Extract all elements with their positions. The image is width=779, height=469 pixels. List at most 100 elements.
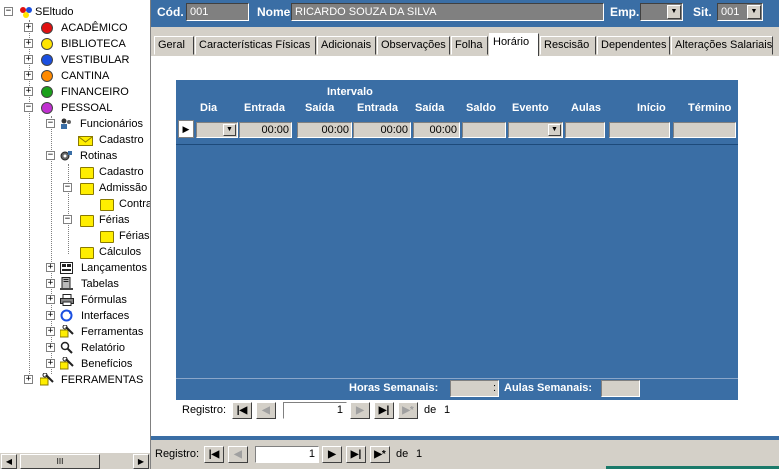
- aulas-field[interactable]: [565, 122, 605, 138]
- sit-select[interactable]: 001 ▼: [717, 3, 763, 21]
- tree-item-ferias-child[interactable]: Férias: [98, 228, 150, 244]
- last-record-button[interactable]: ▶|: [374, 402, 394, 419]
- expand-icon[interactable]: +: [24, 71, 33, 80]
- expand-icon[interactable]: +: [46, 263, 55, 272]
- tab-folha[interactable]: Folha: [451, 36, 488, 55]
- scroll-right-arrow-icon[interactable]: ▶: [133, 454, 149, 469]
- column-header-inicio: Início: [637, 102, 666, 114]
- tree-item-ferias[interactable]: − Férias: [63, 212, 150, 228]
- tree-item-biblioteca[interactable]: + BIBLIOTECA: [24, 36, 149, 52]
- tree-item-label: SEltudo: [35, 6, 74, 18]
- tree-item-ferramentas[interactable]: + Ferramentas: [46, 324, 150, 340]
- saldo-field[interactable]: [462, 122, 506, 138]
- expand-icon[interactable]: +: [24, 39, 33, 48]
- tab-dependentes[interactable]: Dependentes: [597, 36, 670, 55]
- collapse-icon[interactable]: −: [46, 151, 55, 160]
- expand-icon[interactable]: +: [46, 279, 55, 288]
- nome-field[interactable]: RICARDO SOUZA DA SILVA: [291, 3, 604, 21]
- tree-item-admissao[interactable]: − Admissão: [63, 180, 150, 196]
- tree-item-academico[interactable]: + ACADÊMICO: [24, 20, 149, 36]
- tree-item-label: Cadastro: [99, 134, 144, 146]
- tree-item-pessoal[interactable]: − PESSOAL: [24, 100, 149, 116]
- saida-field[interactable]: 00:00: [297, 122, 352, 138]
- entrada-intervalo-field[interactable]: 00:00: [353, 122, 411, 138]
- tree-item-label: Benefícios: [81, 358, 133, 370]
- tree-item-tabelas[interactable]: + Tabelas: [46, 276, 150, 292]
- previous-record-button[interactable]: ◀: [228, 446, 248, 463]
- tree-item-cantina[interactable]: + CANTINA: [24, 68, 149, 84]
- folder-icon: [80, 167, 94, 179]
- tree-item-ferramentas-root[interactable]: + FERRAMENTAS: [24, 372, 149, 388]
- tree-item-label: PESSOAL: [61, 102, 113, 114]
- collapse-icon[interactable]: −: [63, 215, 72, 224]
- current-record-field[interactable]: 1: [283, 402, 347, 419]
- horas-semanais-field[interactable]: :: [450, 380, 499, 397]
- expand-icon[interactable]: +: [24, 55, 33, 64]
- tab-alteracoes-salariais[interactable]: Alterações Salariais: [671, 36, 773, 55]
- tree-item-lancamentos[interactable]: + Lançamentos: [46, 260, 150, 276]
- last-record-button[interactable]: ▶|: [346, 446, 366, 463]
- dia-select[interactable]: ▼: [196, 122, 238, 138]
- dropdown-arrow-icon[interactable]: ▼: [747, 5, 761, 19]
- record-selector-arrow-icon[interactable]: ▶: [178, 120, 194, 138]
- current-record-field[interactable]: 1: [255, 446, 319, 463]
- tree-item-beneficios[interactable]: + Benefícios: [46, 356, 150, 372]
- dropdown-arrow-icon[interactable]: ▼: [667, 5, 681, 19]
- emp-select[interactable]: ▼: [640, 3, 683, 21]
- first-record-button[interactable]: |◀: [204, 446, 224, 463]
- tree-item-financeiro[interactable]: + FINANCEIRO: [24, 84, 149, 100]
- cod-field[interactable]: 001: [186, 3, 249, 21]
- tree-item-relatorio[interactable]: + Relatório: [46, 340, 150, 356]
- inicio-field[interactable]: [609, 122, 670, 138]
- module-ball-icon: [41, 54, 53, 66]
- tab-geral[interactable]: Geral: [154, 36, 194, 55]
- tree-item-rotinas-cadastro[interactable]: Cadastro: [78, 164, 150, 180]
- column-header-entrada-intervalo: Entrada: [357, 102, 398, 114]
- new-record-button[interactable]: ▶*: [398, 402, 418, 419]
- scroll-thumb[interactable]: III: [20, 454, 100, 469]
- expand-icon[interactable]: +: [46, 359, 55, 368]
- entrada-field[interactable]: 00:00: [239, 122, 292, 138]
- previous-record-button[interactable]: ◀: [256, 402, 276, 419]
- tree-item-formulas[interactable]: + Fórmulas: [46, 292, 150, 308]
- scroll-left-arrow-icon[interactable]: ◀: [1, 454, 17, 469]
- tree-item-contra[interactable]: Contra: [98, 196, 150, 212]
- saida-intervalo-field[interactable]: 00:00: [413, 122, 460, 138]
- expand-icon[interactable]: +: [24, 87, 33, 96]
- expand-icon[interactable]: +: [46, 343, 55, 352]
- tree-item-funcionarios[interactable]: − Funcionários: [46, 116, 150, 132]
- next-record-button[interactable]: ▶: [322, 446, 342, 463]
- collapse-icon[interactable]: −: [46, 119, 55, 128]
- collapse-icon[interactable]: −: [63, 183, 72, 192]
- tree-horizontal-scrollbar[interactable]: ◀ III ▶: [0, 452, 150, 469]
- expand-icon[interactable]: +: [46, 295, 55, 304]
- tree-item-calculos[interactable]: Cálculos: [78, 244, 150, 260]
- collapse-icon[interactable]: −: [4, 7, 13, 16]
- expand-icon[interactable]: +: [24, 375, 33, 384]
- tree-item-cadastro[interactable]: Cadastro: [78, 132, 150, 148]
- people-icon: [59, 118, 73, 130]
- navigation-tree: − SEltudo + ACADÊMICO + BIBLIOTECA + VES…: [0, 0, 151, 469]
- tree-item-vestibular[interactable]: + VESTIBULAR: [24, 52, 149, 68]
- dropdown-arrow-icon[interactable]: ▼: [548, 124, 561, 136]
- tab-adicionais[interactable]: Adicionais: [317, 36, 376, 55]
- tree-item-root[interactable]: − SEltudo: [4, 4, 144, 20]
- new-record-button[interactable]: ▶*: [370, 446, 390, 463]
- evento-select[interactable]: ▼: [508, 122, 563, 138]
- first-record-button[interactable]: |◀: [232, 402, 252, 419]
- termino-field[interactable]: [673, 122, 736, 138]
- expand-icon[interactable]: +: [24, 23, 33, 32]
- ledger-icon: [60, 262, 74, 274]
- next-record-button[interactable]: ▶: [350, 402, 370, 419]
- tab-horario[interactable]: Horário: [489, 33, 539, 56]
- tree-item-interfaces[interactable]: + Interfaces: [46, 308, 150, 324]
- dropdown-arrow-icon[interactable]: ▼: [223, 124, 236, 136]
- tab-caracteristicas-fisicas[interactable]: Características Físicas: [195, 36, 316, 55]
- tree-item-rotinas[interactable]: − Rotinas: [46, 148, 150, 164]
- tab-observacoes[interactable]: Observações: [377, 36, 450, 55]
- expand-icon[interactable]: +: [46, 311, 55, 320]
- expand-icon[interactable]: +: [46, 327, 55, 336]
- aulas-semanais-field[interactable]: [601, 380, 640, 397]
- collapse-icon[interactable]: −: [24, 103, 33, 112]
- tab-rescisao[interactable]: Rescisão: [540, 36, 596, 55]
